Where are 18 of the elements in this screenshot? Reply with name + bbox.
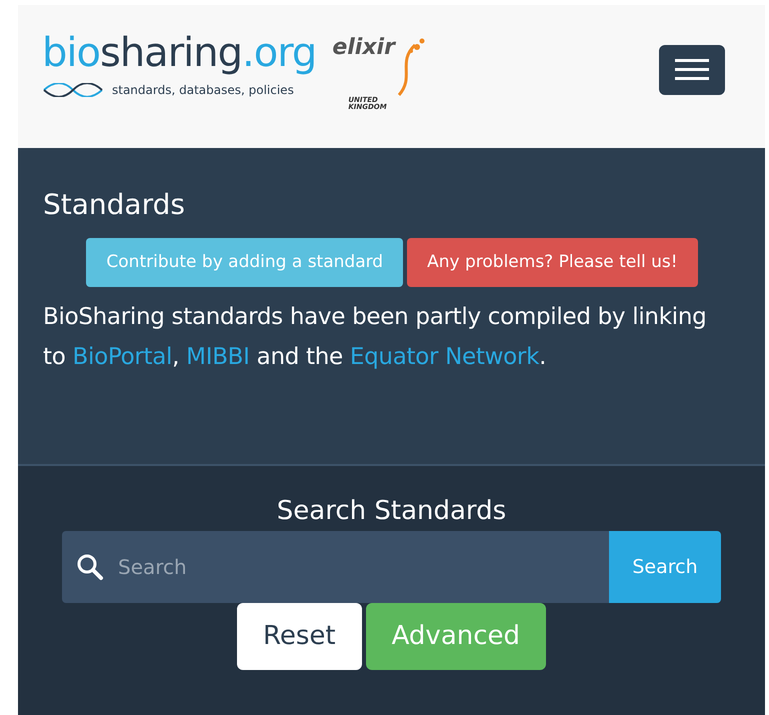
report-problem-button[interactable]: Any problems? Please tell us!: [407, 238, 698, 288]
menu-button[interactable]: [659, 45, 725, 95]
wave-icon: [42, 83, 104, 97]
logo-wordmark: biosharing.org: [42, 33, 316, 73]
menu-icon: [675, 59, 709, 81]
intro-link[interactable]: BioPortal: [72, 344, 172, 370]
contribute-button[interactable]: Contribute by adding a standard: [86, 238, 404, 288]
intro-link[interactable]: Equator Network: [350, 344, 540, 370]
intro-paragraph: BioSharing standards have been partly compiled by linking to BioPortal, MIBBI and the Equator Network.: [43, 303, 708, 372]
search-button[interactable]: Search: [609, 531, 721, 604]
advanced-button[interactable]: Advanced: [366, 603, 546, 670]
search-title: Search Standards: [276, 496, 508, 528]
section-title: Standards: [43, 188, 186, 222]
intro-link[interactable]: MIBBI: [186, 344, 250, 370]
reset-button[interactable]: Reset: [236, 603, 362, 670]
partner-logo-text: elixir: [332, 37, 395, 59]
search-field[interactable]: Search: [62, 531, 609, 604]
logo-tagline: standards, databases, policies: [112, 82, 294, 99]
